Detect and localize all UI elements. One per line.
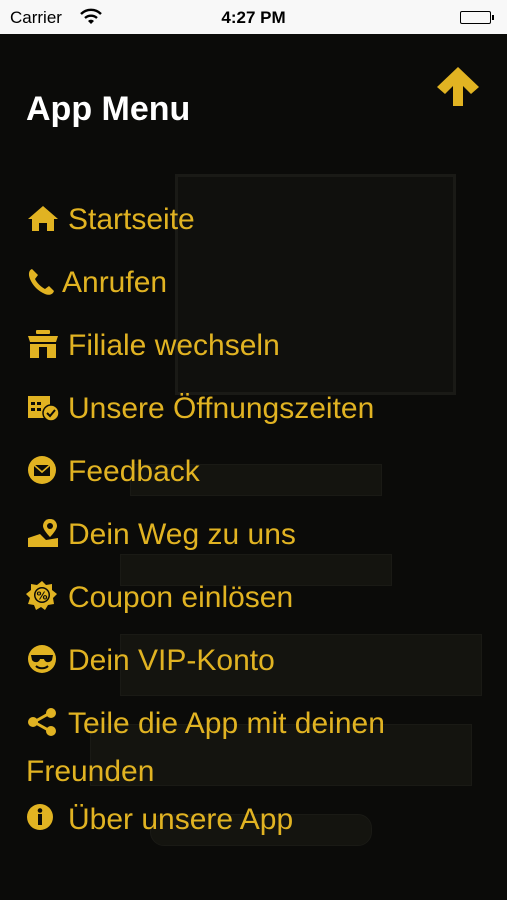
menu-item-ueber-app[interactable]: Über unsere App (26, 796, 486, 859)
menu-item-label: Feedback (68, 455, 200, 488)
menu-item-label: Über unsere App (68, 803, 294, 836)
arrow-up-icon[interactable] (434, 64, 482, 108)
percent-badge-icon: % (26, 578, 62, 610)
menu-item-anrufen[interactable]: Anrufen (26, 259, 486, 322)
menu-item-label: Dein Weg zu uns (68, 518, 296, 551)
menu-item-label: Anrufen (62, 266, 168, 299)
menu-item-label: Unsere Öffnungszeiten (68, 392, 375, 425)
map-pin-icon (26, 515, 62, 547)
menu-item-dein-weg[interactable]: Dein Weg zu uns (26, 511, 486, 574)
menu-title: App Menu (26, 90, 191, 128)
menu-item-label: Filiale wechseln (68, 329, 280, 362)
menu-item-label: Startseite (68, 203, 195, 236)
battery-icon (460, 11, 491, 24)
app-menu-list: Startseite Anrufen Filiale wechseln Unse… (26, 196, 486, 859)
menu-item-label: Coupon einlösen (68, 581, 294, 614)
menu-item-filiale-wechseln[interactable]: Filiale wechseln (26, 322, 486, 385)
menu-item-oeffnungszeiten[interactable]: Unsere Öffnungszeiten (26, 385, 486, 448)
menu-item-teilen[interactable]: Teile die App mit deinen Freunden (26, 700, 486, 796)
status-time: 4:27 PM (221, 8, 286, 27)
menu-item-vip-konto[interactable]: Dein VIP-Konto (26, 637, 486, 700)
menu-item-startseite[interactable]: Startseite (26, 196, 486, 259)
menu-item-feedback[interactable]: Feedback (26, 448, 486, 511)
share-icon (26, 704, 62, 736)
info-icon (26, 800, 62, 830)
home-icon (26, 200, 62, 231)
menu-item-label: Teile die App mit deinen Freunden (26, 707, 385, 788)
status-bar: Carrier 4:27 PM (0, 0, 507, 34)
store-icon (26, 326, 62, 358)
sunglasses-icon (26, 641, 62, 673)
calendar-check-icon (26, 389, 62, 422)
menu-item-label: Dein VIP-Konto (68, 644, 275, 677)
svg-text:%: % (36, 590, 47, 603)
menu-item-coupon[interactable]: % Coupon einlösen (26, 574, 486, 637)
envelope-circle-icon (26, 452, 62, 484)
phone-icon (26, 263, 56, 295)
battery-tip-icon (492, 15, 494, 20)
